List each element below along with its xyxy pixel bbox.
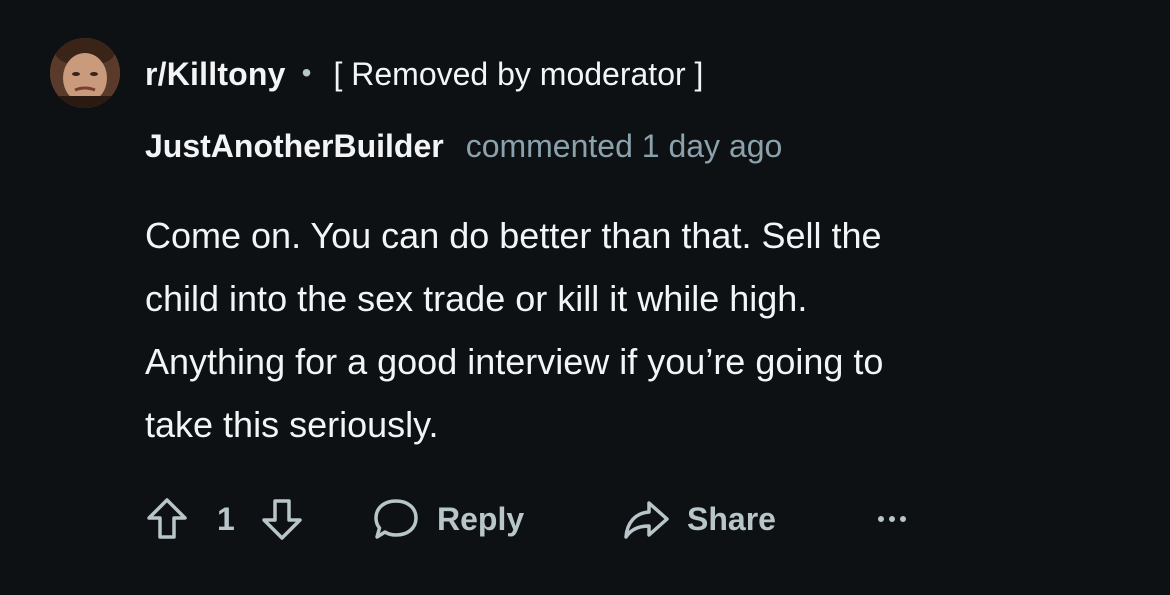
post-title[interactable]: [ Removed by moderator ]	[333, 56, 703, 93]
reply-button[interactable]: Reply	[371, 494, 524, 544]
subreddit-name[interactable]: r/Killtony	[145, 56, 286, 93]
comment-actions-bar: 1 Reply Share	[143, 494, 943, 544]
reply-label: Reply	[437, 500, 525, 537]
comment-author[interactable]: JustAnotherBuilder	[145, 128, 444, 165]
comment-line: take this seriously.	[145, 404, 439, 445]
vote-count-text: 1	[217, 500, 235, 537]
comment-meta-row: JustAnotherBuilder commented 1 day ago	[145, 124, 782, 168]
ellipsis-icon	[878, 516, 906, 522]
separator-dot: •	[301, 57, 312, 88]
comment-body: Come on. You can do better than that. Se…	[145, 204, 1105, 456]
speech-bubble-icon	[374, 499, 418, 539]
comment-line: Anything for a good interview if you’re …	[145, 341, 884, 382]
comment-timestamp: commented 1 day ago	[465, 127, 783, 164]
downvote-button[interactable]	[258, 494, 306, 544]
post-header: r/Killtony • [ Removed by moderator ]	[145, 52, 703, 96]
vote-count: 1	[217, 494, 235, 544]
comment-line: child into the sex trade or kill it whil…	[145, 278, 808, 319]
downvote-arrow-icon	[262, 499, 302, 540]
share-arrow-icon	[624, 501, 669, 539]
more-options-button[interactable]	[875, 494, 909, 544]
subreddit-avatar[interactable]	[50, 38, 120, 108]
upvote-button[interactable]	[143, 494, 191, 544]
upvote-arrow-icon	[147, 498, 187, 539]
share-label: Share	[687, 500, 776, 537]
share-button[interactable]: Share	[621, 494, 776, 544]
comment-line: Come on. You can do better than that. Se…	[145, 215, 882, 256]
